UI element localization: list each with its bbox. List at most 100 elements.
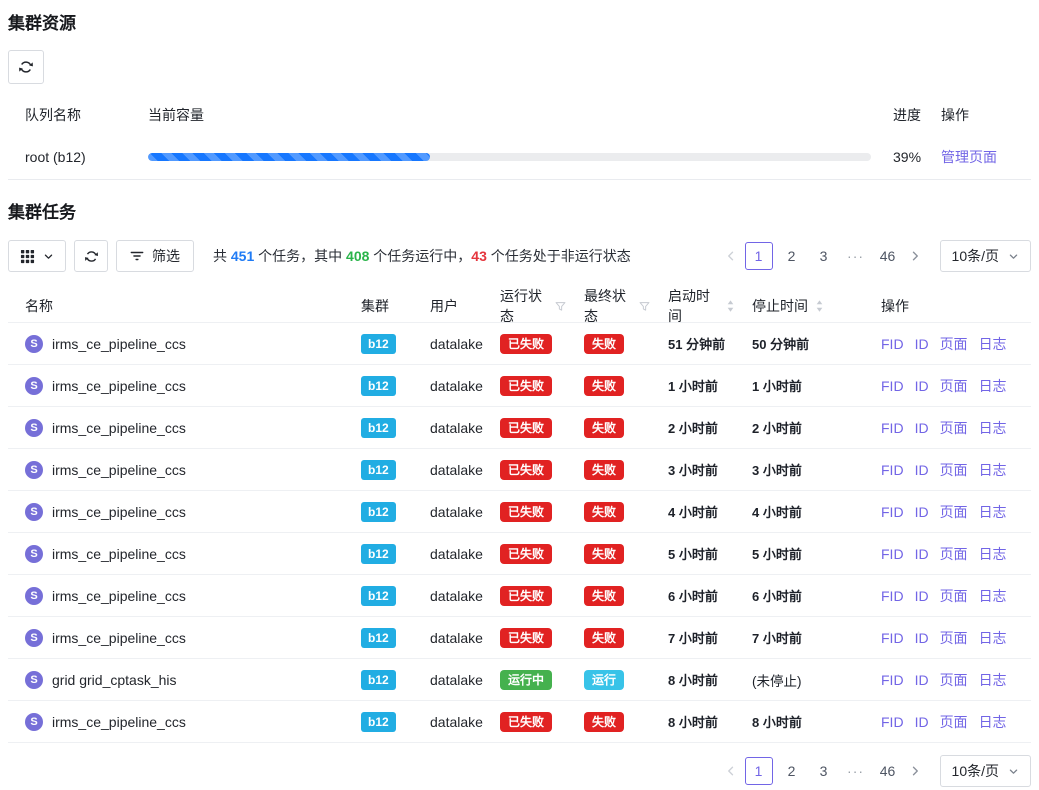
- pagination-next-button[interactable]: [904, 242, 926, 270]
- action-link-日志[interactable]: 日志: [979, 544, 1007, 564]
- run-status-badge: 已失败: [500, 376, 552, 396]
- action-link-日志[interactable]: 日志: [979, 628, 1007, 648]
- action-link-fid[interactable]: FID: [881, 420, 904, 436]
- pagination-prev-button[interactable]: [720, 757, 742, 785]
- action-link-页面[interactable]: 页面: [940, 418, 968, 438]
- action-link-日志[interactable]: 日志: [979, 460, 1007, 480]
- action-link-fid[interactable]: FID: [881, 588, 904, 604]
- pagination-page-1[interactable]: 1: [745, 242, 773, 270]
- action-link-日志[interactable]: 日志: [979, 418, 1007, 438]
- action-link-页面[interactable]: 页面: [940, 628, 968, 648]
- pagination-prev-button[interactable]: [720, 242, 742, 270]
- action-link-id[interactable]: ID: [915, 672, 929, 688]
- cluster-badge: b12: [361, 460, 396, 480]
- pagination-page-2[interactable]: 2: [779, 757, 805, 785]
- task-name: irms_ce_pipeline_ccs: [52, 588, 186, 604]
- action-link-页面[interactable]: 页面: [940, 670, 968, 690]
- header-queue-name: 队列名称: [8, 105, 131, 125]
- action-link-页面[interactable]: 页面: [940, 376, 968, 396]
- summary-count-red: 43: [471, 248, 487, 264]
- capacity-cell: [131, 153, 876, 161]
- action-link-日志[interactable]: 日志: [979, 670, 1007, 690]
- page-size-select[interactable]: 10条/页: [940, 755, 1031, 787]
- start-time: 7 小时前: [668, 628, 718, 647]
- column-settings-button[interactable]: [8, 240, 66, 272]
- sort-icon[interactable]: [815, 299, 824, 313]
- avatar: S: [25, 713, 43, 731]
- action-link-日志[interactable]: 日志: [979, 502, 1007, 522]
- action-link-fid[interactable]: FID: [881, 546, 904, 562]
- cluster-badge: b12: [361, 544, 396, 564]
- user-name: datalake: [430, 630, 483, 646]
- final-status-badge: 失败: [584, 460, 624, 480]
- run-status-badge: 已失败: [500, 460, 552, 480]
- action-link-页面[interactable]: 页面: [940, 460, 968, 480]
- queue-name: root (b12): [8, 149, 131, 165]
- action-link-id[interactable]: ID: [915, 504, 929, 520]
- start-time: 2 小时前: [668, 418, 718, 437]
- action-link-fid[interactable]: FID: [881, 462, 904, 478]
- action-link-fid[interactable]: FID: [881, 630, 904, 646]
- action-link-页面[interactable]: 页面: [940, 334, 968, 354]
- final-status-badge: 失败: [584, 418, 624, 438]
- pagination-page-3[interactable]: 3: [811, 757, 837, 785]
- filter-icon[interactable]: [554, 300, 567, 313]
- action-link-日志[interactable]: 日志: [979, 334, 1007, 354]
- action-link-id[interactable]: ID: [915, 546, 929, 562]
- column-header: 操作: [864, 296, 1031, 316]
- action-link-日志[interactable]: 日志: [979, 586, 1007, 606]
- start-time: 8 小时前: [668, 670, 718, 689]
- action-link-页面[interactable]: 页面: [940, 712, 968, 732]
- pagination-page-2[interactable]: 2: [779, 242, 805, 270]
- action-link-id[interactable]: ID: [915, 462, 929, 478]
- avatar: S: [25, 671, 43, 689]
- cluster-badge: b12: [361, 502, 396, 522]
- pagination: 123···46 10条/页: [720, 240, 1031, 272]
- tasks-refresh-button[interactable]: [74, 240, 108, 272]
- sort-icon[interactable]: [726, 299, 735, 313]
- filter-icon[interactable]: [638, 300, 651, 313]
- resources-refresh-button[interactable]: [8, 50, 44, 84]
- pagination-page-3[interactable]: 3: [811, 242, 837, 270]
- action-link-id[interactable]: ID: [915, 630, 929, 646]
- pagination-page-46[interactable]: 46: [875, 757, 901, 785]
- pagination-next-button[interactable]: [904, 757, 926, 785]
- pagination-ellipsis[interactable]: ···: [843, 242, 869, 270]
- run-status-badge: 已失败: [500, 628, 552, 648]
- summary-text: 个任务处于非运行状态: [487, 248, 631, 264]
- action-link-fid[interactable]: FID: [881, 714, 904, 730]
- stop-time: 2 小时前: [752, 418, 802, 437]
- cluster-resources-title: 集群资源: [8, 14, 1031, 34]
- action-link-id[interactable]: ID: [915, 420, 929, 436]
- column-header-label: 停止时间: [752, 296, 808, 316]
- stop-time: 6 小时前: [752, 586, 802, 605]
- action-link-id[interactable]: ID: [915, 588, 929, 604]
- summary-text: 个任务，其中: [254, 248, 346, 264]
- action-link-id[interactable]: ID: [915, 336, 929, 352]
- action-link-页面[interactable]: 页面: [940, 544, 968, 564]
- filter-button[interactable]: 筛选: [116, 240, 194, 272]
- pagination-ellipsis[interactable]: ···: [843, 757, 869, 785]
- refresh-icon: [84, 249, 99, 264]
- table-row: Sirms_ce_pipeline_ccsb12datalake已失败失败2 小…: [8, 407, 1031, 449]
- action-link-fid[interactable]: FID: [881, 378, 904, 394]
- stop-time: 7 小时前: [752, 628, 802, 647]
- avatar: S: [25, 335, 43, 353]
- table-row: Sirms_ce_pipeline_ccsb12datalake已失败失败3 小…: [8, 449, 1031, 491]
- task-name: irms_ce_pipeline_ccs: [52, 504, 186, 520]
- action-link-fid[interactable]: FID: [881, 336, 904, 352]
- action-link-日志[interactable]: 日志: [979, 712, 1007, 732]
- action-link-id[interactable]: ID: [915, 378, 929, 394]
- action-link-fid[interactable]: FID: [881, 672, 904, 688]
- pagination-page-46[interactable]: 46: [875, 242, 901, 270]
- action-link-fid[interactable]: FID: [881, 504, 904, 520]
- action-link-页面[interactable]: 页面: [940, 586, 968, 606]
- manage-page-link[interactable]: 管理页面: [941, 149, 997, 165]
- avatar: S: [25, 545, 43, 563]
- action-link-id[interactable]: ID: [915, 714, 929, 730]
- action-link-页面[interactable]: 页面: [940, 502, 968, 522]
- pagination-page-1[interactable]: 1: [745, 757, 773, 785]
- avatar: S: [25, 503, 43, 521]
- page-size-select[interactable]: 10条/页: [940, 240, 1031, 272]
- action-link-日志[interactable]: 日志: [979, 376, 1007, 396]
